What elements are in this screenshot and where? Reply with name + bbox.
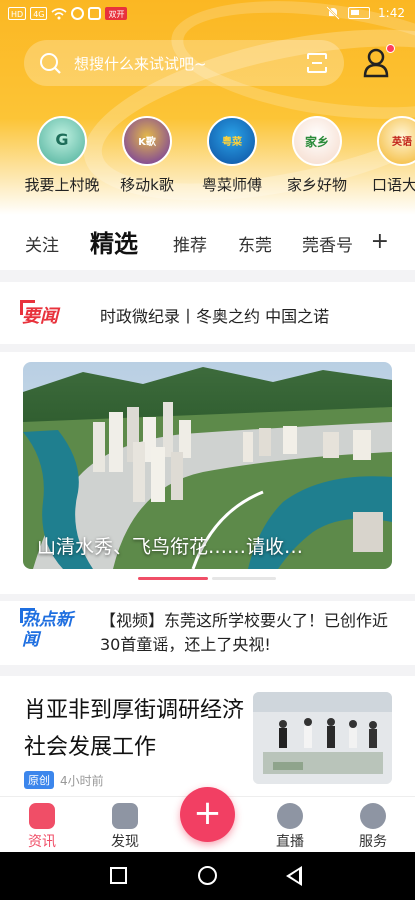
plus-icon: + <box>193 793 222 833</box>
system-navigation-bar <box>0 852 415 900</box>
scan-icon[interactable] <box>306 52 328 74</box>
karaoke-logo: K歌 <box>122 116 172 166</box>
tab-recommend[interactable]: 推荐 <box>173 231 207 256</box>
news-icon <box>29 803 55 829</box>
profile-button[interactable] <box>362 44 395 80</box>
channel-village-gala[interactable]: G 我要上村晚 <box>16 116 108 195</box>
nav-live[interactable]: 直播 <box>260 803 320 851</box>
article-meta: 原创 4小时前 <box>24 771 104 789</box>
banner-caption: 山清水秀、飞鸟衔花……请收… <box>37 536 304 558</box>
channel-cantonese-chef[interactable]: 粤菜 粤菜师傅 <box>186 116 278 195</box>
home-icon[interactable] <box>198 866 217 885</box>
channel-oral-english[interactable]: 英语 口语大赛 <box>356 116 415 195</box>
news-ticker[interactable]: 要闻 时政微纪录丨冬奥之约 中国之诺 <box>0 282 415 344</box>
channel-karaoke[interactable]: K歌 移动k歌 <box>101 116 193 195</box>
hd-indicator: HD <box>8 7 27 20</box>
search-bar[interactable]: 想搜什么来试试吧~ <box>24 40 344 86</box>
hot-news-text: 【视频】东莞这所学校要火了！已创作近30首童谣，还上了央视! <box>100 611 389 654</box>
oral-english-logo: 英语 <box>377 116 415 166</box>
back-icon[interactable] <box>286 866 302 886</box>
nav-news[interactable]: 资讯 <box>12 803 72 851</box>
article-card[interactable]: 肖亚非到厚街调研经济社会发展工作 原创 4小时前 <box>0 676 415 796</box>
banner-section: 山清水秀、飞鸟衔花……请收… <box>0 352 415 594</box>
mute-bell-icon <box>326 6 340 20</box>
search-icon <box>40 53 61 74</box>
publish-button[interactable]: + <box>180 787 235 842</box>
discover-icon <box>112 803 138 829</box>
search-placeholder: 想搜什么来试试吧~ <box>74 55 207 73</box>
weibo-icon <box>71 7 85 20</box>
tab-featured[interactable]: 精选 <box>90 224 138 259</box>
nav-service[interactable]: 服务 <box>343 803 403 851</box>
carousel-indicator <box>138 577 276 581</box>
nav-discover[interactable]: 发现 <box>95 803 155 851</box>
live-icon <box>277 803 303 829</box>
header: HD 4G 双开 1:42 想搜什么来试试吧~ G 我要上村晚 K歌 移动k歌 <box>0 0 415 215</box>
tab-guanxiang[interactable]: 莞香号 <box>302 231 353 256</box>
hot-news-tag: 热点新闻 <box>20 608 78 650</box>
bottom-navigation: 资讯 发现 + 直播 服务 <box>0 787 415 852</box>
meeting-photo <box>253 692 392 784</box>
tab-follow[interactable]: 关注 <box>25 231 59 256</box>
notification-dot <box>386 44 395 53</box>
cantonese-chef-logo: 粤菜 <box>207 116 257 166</box>
dual-app-badge: 双开 <box>105 7 128 20</box>
hometown-goods-logo: 家乡 <box>292 116 342 166</box>
recent-apps-icon[interactable] <box>110 867 127 884</box>
hot-news[interactable]: 热点新闻 【视频】东莞这所学校要火了！已创作近30首童谣，还上了央视! <box>0 601 415 665</box>
clock: 1:42 <box>378 6 405 20</box>
category-tabs: 关注 精选 推荐 东莞 莞香号 + <box>0 215 415 270</box>
village-gala-logo: G <box>37 116 87 166</box>
status-bar: HD 4G 双开 1:42 <box>0 0 415 30</box>
add-tab-button[interactable]: + <box>371 229 389 254</box>
wifi-icon <box>51 7 68 19</box>
battery-icon <box>348 7 371 19</box>
network-indicator: 4G <box>30 7 48 20</box>
article-time: 4小时前 <box>60 773 104 788</box>
channel-shortcuts: G 我要上村晚 K歌 移动k歌 粤菜 粤菜师傅 家乡 家乡好物 英语 口语大赛 <box>0 116 415 198</box>
news-tag: 要闻 <box>20 300 58 328</box>
banner-carousel[interactable]: 山清水秀、飞鸟衔花……请收… <box>23 362 392 569</box>
tab-dongguan[interactable]: 东莞 <box>238 231 272 256</box>
shield-icon <box>88 7 102 20</box>
article-thumbnail <box>253 692 392 784</box>
channel-hometown-goods[interactable]: 家乡 家乡好物 <box>271 116 363 195</box>
original-badge: 原创 <box>24 771 54 789</box>
article-title: 肖亚非到厚街调研经济社会发展工作 <box>24 698 245 760</box>
ticker-text: 时政微纪录丨冬奥之约 中国之诺 <box>100 307 330 326</box>
service-icon <box>360 803 386 829</box>
